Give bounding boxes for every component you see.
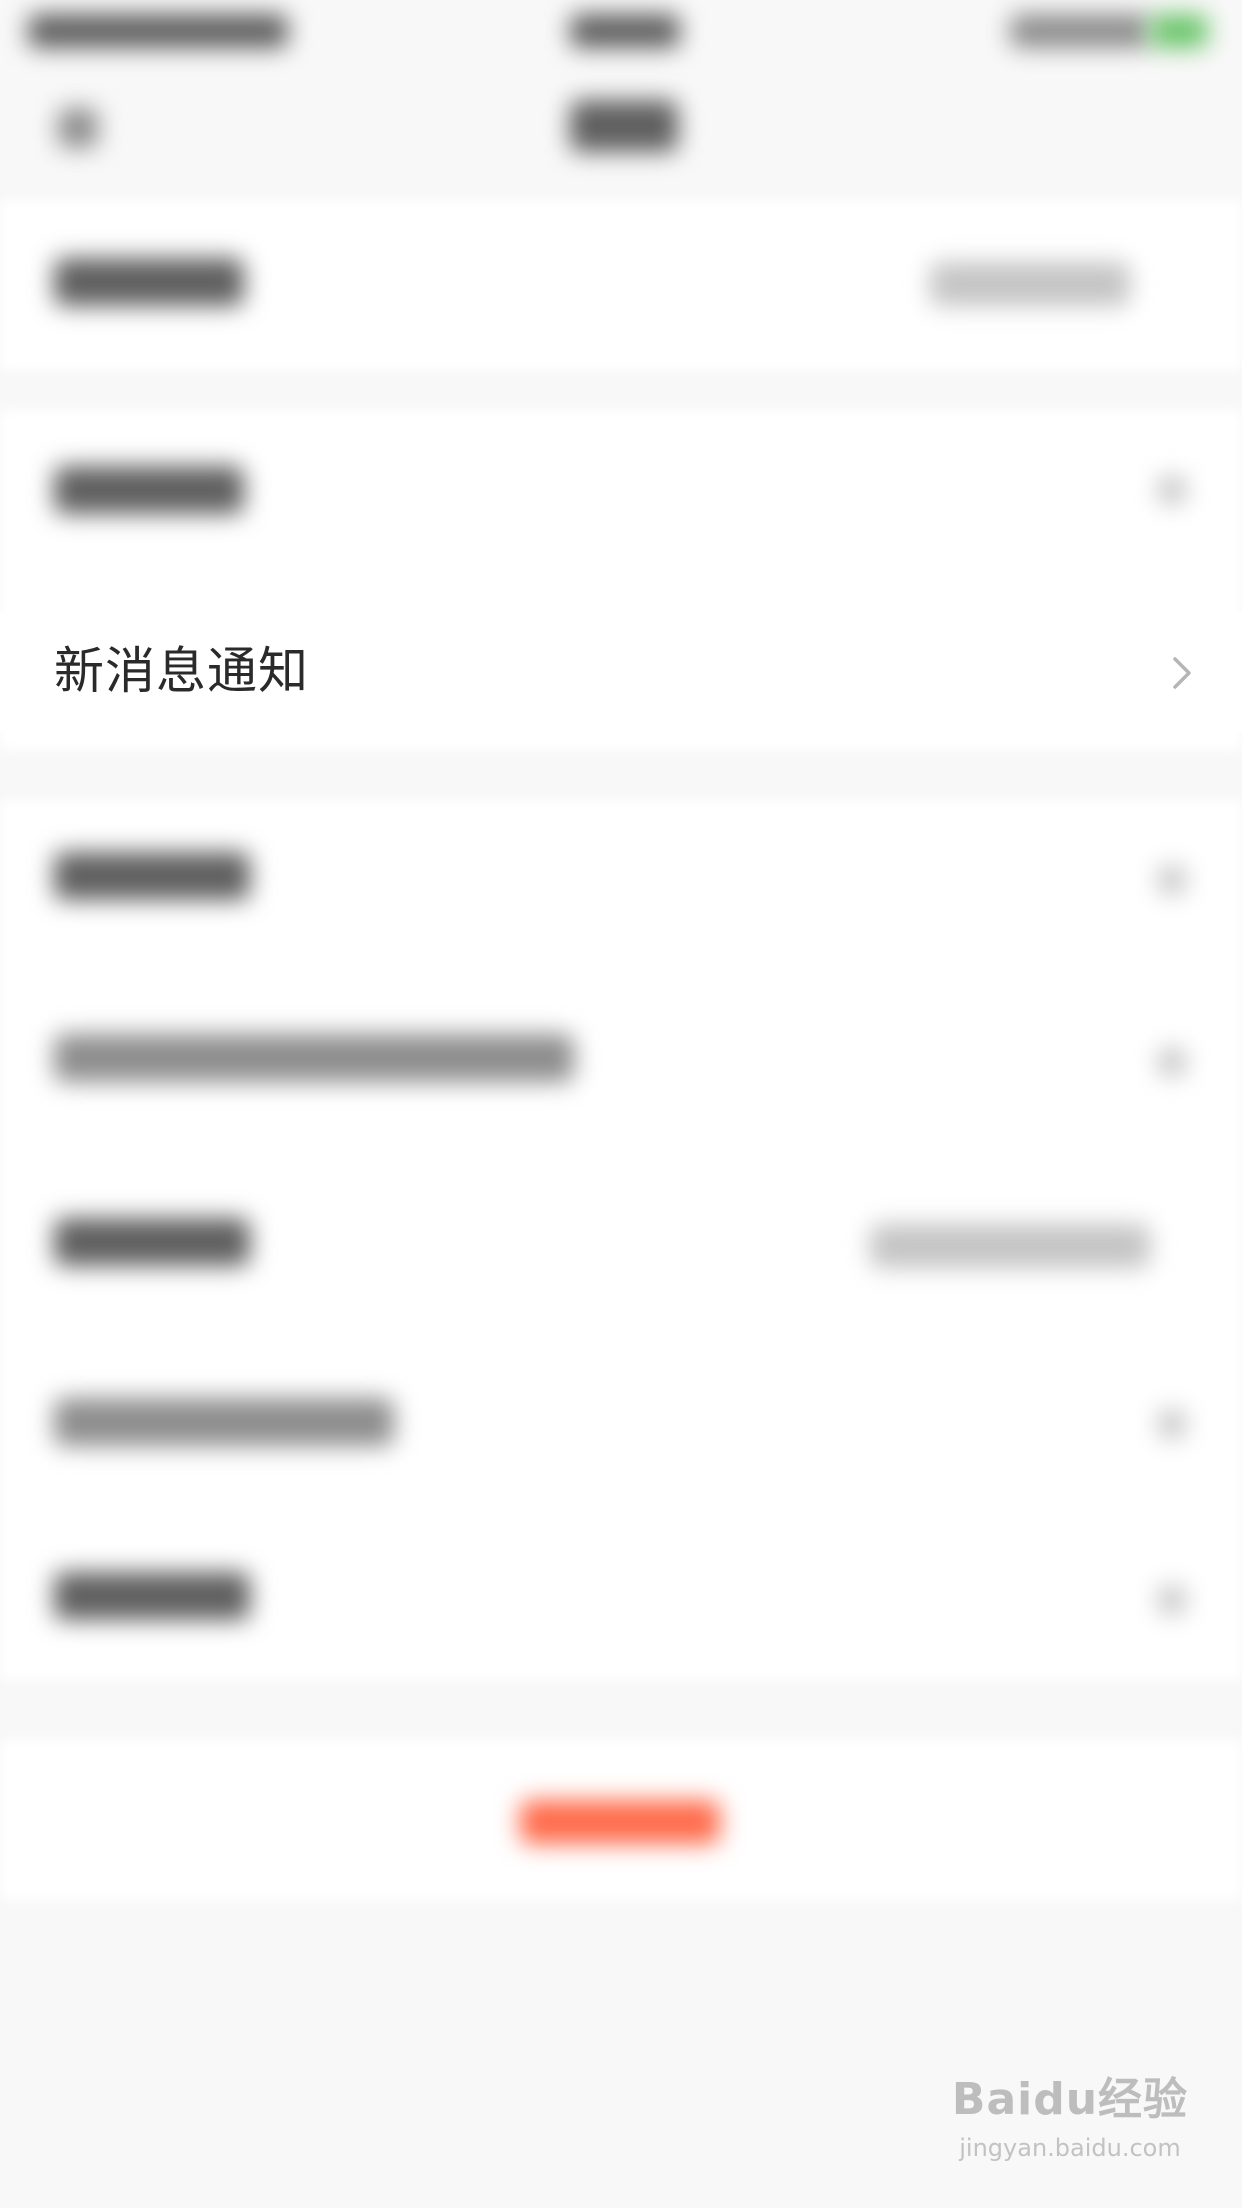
status-bar-time — [570, 14, 680, 48]
settings-row-6-value — [870, 1224, 1150, 1268]
back-icon[interactable] — [58, 108, 98, 148]
watermark: Baidu经验 jingyan.baidu.com — [950, 2070, 1190, 2190]
logout-button[interactable] — [520, 1800, 720, 1844]
chevron-right-icon — [1158, 1048, 1186, 1076]
chevron-right-icon — [1158, 476, 1186, 504]
chevron-right-icon — [1158, 866, 1186, 894]
settings-row-1-label[interactable] — [54, 258, 244, 306]
settings-row-7-label[interactable] — [54, 1398, 394, 1446]
settings-row-new-message-notification[interactable]: 新消息通知 — [0, 612, 1242, 732]
settings-row-label: 新消息通知 — [54, 642, 309, 700]
watermark-url: jingyan.baidu.com — [959, 2134, 1181, 2162]
battery-icon — [1150, 14, 1208, 48]
watermark-brand: Baidu经验 — [951, 2074, 1189, 2125]
settings-row-5-label[interactable] — [54, 1034, 574, 1082]
settings-row-1-value — [930, 262, 1130, 306]
chevron-right-icon — [1173, 657, 1191, 689]
chevron-right-icon — [1158, 1410, 1186, 1438]
settings-row-2-label[interactable] — [54, 466, 244, 514]
settings-row-6-label[interactable] — [54, 1218, 250, 1266]
settings-row-8-label[interactable] — [54, 1572, 250, 1620]
settings-screen: 新消息通知 Baidu经验 jingyan.baidu.com — [0, 0, 1242, 2208]
page-title — [570, 100, 678, 152]
status-bar-carrier — [28, 14, 288, 48]
status-bar-indicators — [1010, 14, 1150, 48]
chevron-right-icon — [1158, 1586, 1186, 1614]
settings-row-4-label[interactable] — [54, 852, 250, 900]
